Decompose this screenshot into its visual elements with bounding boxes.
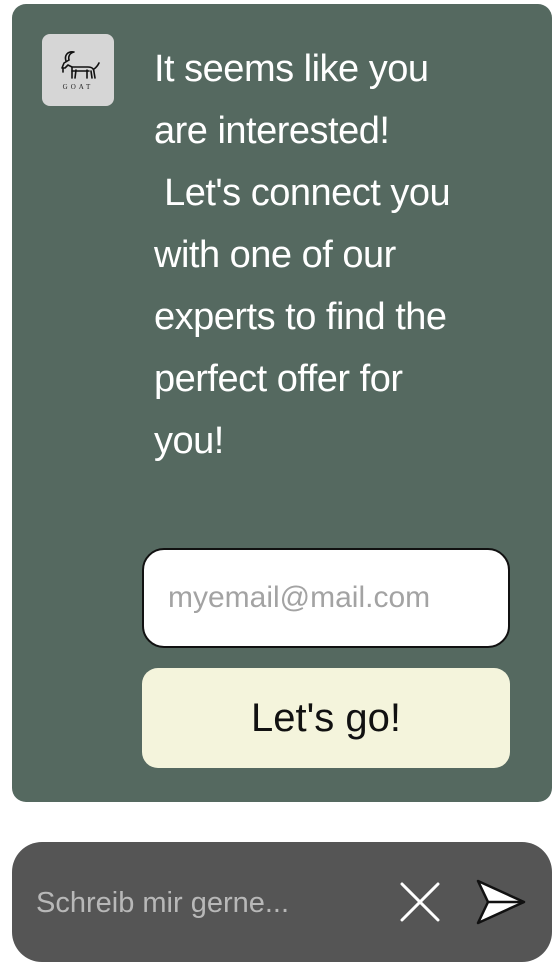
lets-go-button[interactable]: Let's go! (142, 668, 510, 768)
email-field[interactable] (142, 548, 510, 648)
send-icon[interactable] (472, 874, 528, 930)
logo-text: GOAT (62, 83, 94, 91)
goat-logo-icon (61, 51, 100, 79)
chat-message-text: It seems like you are interested! Let's … (154, 48, 451, 462)
brand-logo: GOAT (42, 34, 114, 106)
close-icon[interactable] (396, 878, 444, 926)
chat-message-input[interactable] (34, 872, 378, 934)
chat-input-bar (12, 842, 552, 962)
